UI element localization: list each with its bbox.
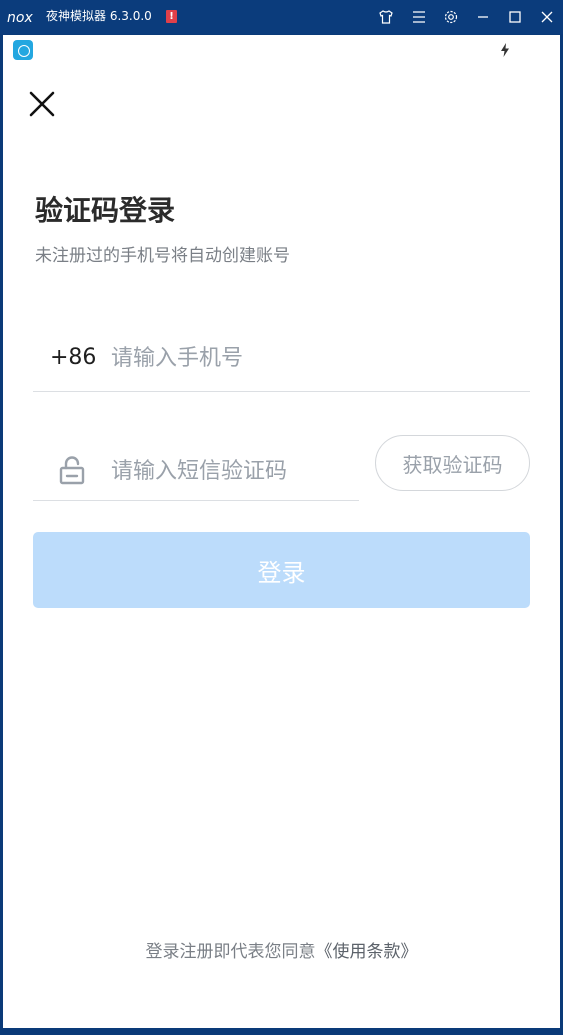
skin-icon[interactable]: [376, 7, 396, 27]
warning-icon[interactable]: !: [166, 10, 177, 23]
page-subtitle: 未注册过的手机号将自动创建账号: [35, 246, 290, 266]
phone-screen: 验证码登录 未注册过的手机号将自动创建账号 +86 获取验证码 登录 登录注册即…: [3, 35, 560, 1028]
menu-icon[interactable]: [409, 7, 429, 27]
status-bar: [3, 35, 560, 67]
emulator-title-bar: nox 夜神模拟器 6.3.0.0 !: [0, 0, 563, 34]
lock-icon: [59, 456, 85, 485]
window-close-icon[interactable]: [537, 7, 557, 27]
settings-icon[interactable]: [441, 7, 461, 27]
window-title: 夜神模拟器 6.3.0.0: [46, 9, 152, 23]
close-icon: [29, 91, 55, 117]
terms-link[interactable]: 《使用条款》: [316, 942, 418, 962]
terms-notice: 登录注册即代表您同意《使用条款》: [3, 939, 560, 965]
svg-text:nox: nox: [7, 10, 33, 26]
country-code-selector[interactable]: +86: [50, 343, 96, 373]
code-field-row: [33, 443, 359, 501]
page-title: 验证码登录: [35, 194, 176, 227]
maximize-icon[interactable]: [505, 7, 525, 27]
phone-input[interactable]: [111, 339, 511, 377]
close-button[interactable]: [25, 87, 61, 123]
phone-field-row: +86: [33, 335, 530, 392]
terms-prefix: 登录注册即代表您同意: [145, 942, 316, 962]
app-notification-icon: [13, 40, 33, 60]
sms-code-input[interactable]: [111, 452, 351, 490]
nox-logo-icon: nox: [7, 10, 33, 26]
login-button[interactable]: 登录: [33, 532, 530, 608]
battery-charging-icon: [501, 43, 509, 57]
minimize-icon[interactable]: [473, 7, 493, 27]
get-code-button[interactable]: 获取验证码: [375, 435, 530, 491]
